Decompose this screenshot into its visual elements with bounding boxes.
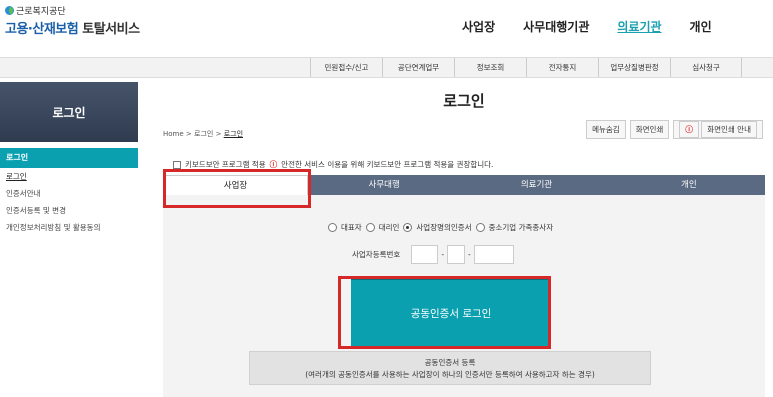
bizno-field-2[interactable] — [447, 245, 466, 264]
sidebar-item-cert-register[interactable]: 인증서등록 및 변경 — [0, 202, 138, 219]
subnav-item-info[interactable]: 정보조회 — [454, 58, 526, 77]
sidebar-item-cert-guide[interactable]: 인증서안내 — [0, 185, 138, 202]
cert-register-desc: (여러개의 공동인증서를 사용하는 사업장이 하나의 인증서만 등록하여 사용하… — [305, 370, 595, 379]
login-role-radios: 대표자 대리인 사업장명의인증서 중소기업 가족종사자 — [328, 222, 553, 233]
tab-personal[interactable]: 개인 — [613, 175, 765, 195]
radio-agent[interactable] — [365, 223, 375, 232]
sidebar-item-privacy[interactable]: 개인정보처리방침 및 활용동의 — [0, 219, 138, 236]
org-logo-icon — [5, 6, 14, 15]
breadcrumb-current[interactable]: 로그인 — [224, 130, 243, 138]
page-title: 로그인 — [443, 92, 485, 110]
subnav-item-civil[interactable]: 민원접수/신고 — [310, 58, 382, 77]
breadcrumb-home[interactable]: Home — [163, 130, 184, 138]
print-guide-button[interactable]: ⓘ 화면인쇄 안내 — [673, 120, 763, 139]
nav-personal[interactable]: 개인 — [690, 18, 712, 35]
sidebar-heading: 로그인 — [0, 82, 138, 142]
top-nav: 사업장 사무대행기관 의료기관 개인 — [462, 18, 740, 35]
sub-nav: 민원접수/신고 공단연계업무 정보조회 전자통지 업무상질병판정 심사청구 — [0, 57, 773, 78]
nav-medical[interactable]: 의료기관 — [617, 18, 661, 35]
cert-register-title: 공동인증서 등록 — [424, 358, 476, 367]
org-name: 근로복지공단 — [5, 4, 140, 17]
breadcrumb: Home > 로그인 > 로그인 — [163, 130, 244, 138]
tab-agency[interactable]: 사무대행 — [308, 175, 460, 195]
site-title-part1: 고용·산재보험 — [5, 22, 79, 37]
page-tools: 메뉴숨김 화면인쇄 ⓘ 화면인쇄 안내 — [586, 120, 763, 139]
sidebar-active-section[interactable]: 로그인 — [0, 148, 138, 168]
bizno-label: 사업자등록번호 — [352, 250, 401, 259]
radio-business-cert[interactable] — [403, 223, 413, 232]
bizno-field-3[interactable] — [473, 245, 514, 264]
subnav-item-notice[interactable]: 전자통지 — [526, 58, 598, 77]
nav-agency[interactable]: 사무대행기관 — [523, 18, 589, 35]
site-logo[interactable]: 근로복지공단 고용·산재보험 토탈서비스 — [5, 4, 140, 37]
cert-register-button[interactable]: 공동인증서 등록 (여러개의 공동인증서를 사용하는 사업장이 하나의 인증서만… — [249, 351, 651, 385]
print-button[interactable]: 화면인쇄 — [629, 120, 670, 139]
subnav-item-review[interactable]: 심사청구 — [670, 58, 742, 77]
hide-menu-button[interactable]: 메뉴숨김 — [586, 120, 626, 139]
subnav-item-link[interactable]: 공단연계업무 — [382, 58, 454, 77]
site-title-part2: 토탈서비스 — [82, 22, 140, 37]
sidebar: 로그인 로그인 로그인 인증서안내 인증서등록 및 변경 개인정보처리방침 및 … — [0, 82, 138, 236]
org-label: 근로복지공단 — [16, 7, 66, 17]
keyboard-security-checkbox[interactable] — [173, 160, 181, 169]
site-title: 고용·산재보험 토탈서비스 — [5, 18, 140, 37]
radio-representative[interactable] — [328, 223, 337, 232]
sidebar-item-login[interactable]: 로그인 — [0, 168, 138, 185]
info-icon: ⓘ — [679, 121, 699, 138]
main-content: 로그인 Home > 로그인 > 로그인 메뉴숨김 화면인쇄 ⓘ 화면인쇄 안내… — [163, 82, 765, 397]
bizno-field-1[interactable] — [411, 245, 439, 264]
highlight-box-login — [338, 276, 551, 349]
radio-family-worker[interactable] — [475, 223, 485, 232]
nav-business[interactable]: 사업장 — [462, 18, 495, 35]
tab-medical[interactable]: 의료기관 — [460, 175, 612, 195]
subnav-item-disease[interactable]: 업무상질병판정 — [598, 58, 670, 77]
highlight-box-tab — [163, 169, 311, 208]
breadcrumb-level1[interactable]: 로그인 — [194, 130, 213, 138]
bizno-row: 사업자등록번호 - - — [352, 245, 514, 264]
keyboard-security-notice: 안전한 서비스 이용을 위해 키보드보안 프로그램 적용을 권장합니다. — [281, 160, 494, 169]
